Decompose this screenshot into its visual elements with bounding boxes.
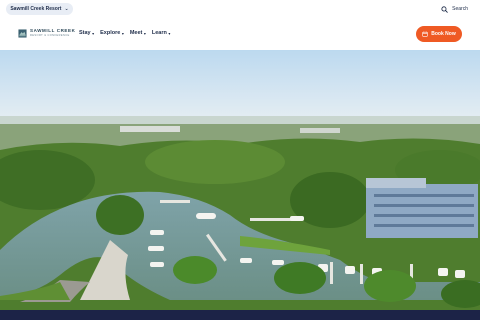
calendar-icon: [422, 31, 428, 37]
nav-item-label: Explore: [100, 30, 121, 36]
search-button[interactable]: Search: [441, 3, 468, 15]
logo-icon: [18, 29, 27, 38]
chevron-down-icon: ▾: [92, 30, 95, 36]
nav-item-explore[interactable]: Explore ▾: [100, 30, 124, 36]
logo-subtitle: RESORT & CONFERENCE: [30, 33, 70, 37]
marina-aerial-photo: [0, 50, 480, 310]
search-icon: [441, 5, 448, 13]
utility-bar: Sawmill Creek Resort ⌄ Search: [0, 0, 480, 18]
chevron-down-icon: ▾: [121, 30, 124, 36]
book-now-label: Book Now: [431, 31, 456, 37]
nav-item-learn[interactable]: Learn ▾: [152, 30, 171, 36]
resort-switcher[interactable]: Sawmill Creek Resort ⌄: [6, 3, 73, 15]
nav-item-label: Learn: [151, 30, 167, 36]
nav-item-label: Stay: [79, 30, 91, 36]
book-now-button[interactable]: Book Now: [416, 26, 462, 42]
page-footer-strip: [0, 310, 480, 320]
hero-image: [0, 50, 480, 310]
chevron-down-icon: ⌄: [64, 5, 69, 12]
nav-menu: Stay ▾ Explore ▾ Meet ▾ Learn ▾: [79, 30, 170, 36]
nav-item-stay[interactable]: Stay ▾: [79, 30, 94, 36]
site-logo[interactable]: SAWMILL CREEK RESORT & CONFERENCE: [18, 29, 75, 38]
nav-item-meet[interactable]: Meet ▾: [130, 30, 146, 36]
search-label: Search: [452, 6, 468, 12]
main-nav: SAWMILL CREEK RESORT & CONFERENCE Stay ▾…: [0, 18, 480, 50]
chevron-down-icon: ▾: [168, 30, 171, 36]
nav-item-label: Meet: [129, 30, 143, 36]
resort-switcher-label: Sawmill Creek Resort: [10, 6, 62, 12]
chevron-down-icon: ▾: [143, 30, 146, 36]
